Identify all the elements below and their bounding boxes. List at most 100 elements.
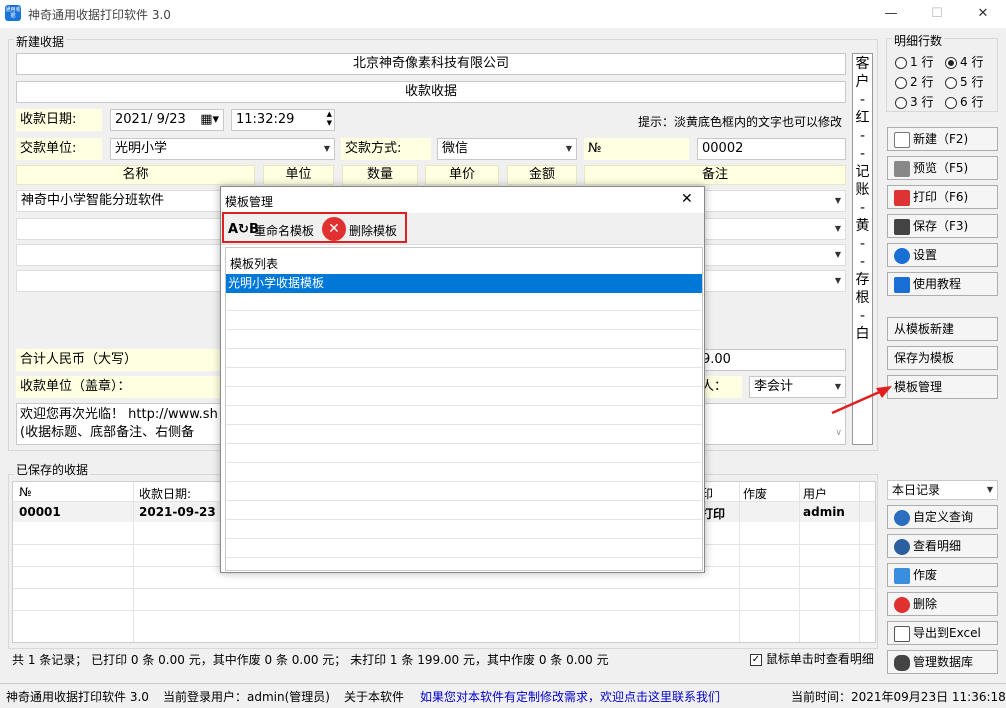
rename-template-button[interactable]: 重命名模板 [254,222,314,239]
void-button[interactable]: 作废 [887,563,998,587]
print-button-label: 打印（F6) [913,190,969,204]
close-button[interactable]: ✕ [960,0,1006,28]
copy-label-char: - [859,236,866,252]
eye-icon [894,538,910,555]
detail-rows-radio[interactable]: 6 行 [945,92,995,112]
method-select[interactable]: 微信 ▼ [437,138,577,160]
delete-x-icon [894,596,910,613]
radio-label: 6 行 [960,95,984,109]
grid-line [226,386,702,387]
delete-template-button[interactable]: 删除模板 [349,222,397,239]
payer-label[interactable]: 交款单位: [16,138,102,160]
saved-receipts-label: 已保存的收据 [14,461,91,478]
chevron-down-icon: ▼ [986,485,993,494]
date-picker[interactable]: 2021/ 9/23 ▦▾ [110,109,224,131]
dialog-close-button[interactable]: ✕ [681,191,693,207]
about-link[interactable]: 关于本软件 [344,688,404,705]
total-label[interactable]: 合计人民币（大写） [16,349,226,371]
time-picker[interactable]: 11:32:29 ▲ ▼ [231,109,335,131]
receipt-title-field[interactable]: 收款收据 [16,81,846,103]
template-list-item[interactable]: 光明小学收据模板 [226,274,702,293]
grid-line [133,482,134,642]
number-label[interactable]: № [584,138,689,160]
copy-label-char: 存 [855,272,870,288]
save-button-label: 保存（F3) [913,219,969,233]
filter-select[interactable]: 本日记录 ▼ [887,480,998,500]
click-view-checkbox[interactable]: ✓ 鼠标单击时查看明细 [750,650,874,667]
detail-rows-radio[interactable]: 1 行 [895,52,945,72]
method-label[interactable]: 交款方式: [341,138,431,160]
grid-line [13,610,875,611]
preview-button[interactable]: 预览（F5) [887,156,998,180]
col-qty-header[interactable]: 数量 [342,165,418,185]
radio-icon[interactable] [895,56,907,69]
number-field[interactable]: 00002 [697,138,846,160]
copy-label-char: - [859,308,866,324]
time-spinner-icon[interactable]: ▲ ▼ [327,110,332,128]
copy-label-char: 户 [855,74,870,90]
copy-label-char: 白 [855,326,870,342]
new-doc-icon [894,131,910,148]
window-title: 神奇通用收据打印软件 3.0 [28,8,171,22]
save-as-template-button[interactable]: 保存为模板 [887,346,998,370]
detail-rows-radio[interactable]: 3 行 [895,92,945,112]
col-remark-header[interactable]: 备注 [584,165,846,185]
delete-button[interactable]: 删除 [887,592,998,616]
custom-contact-link[interactable]: 如果您对本软件有定制修改需求，欢迎点击这里联系我们 [420,688,720,705]
new-button[interactable]: 新建（F2) [887,127,998,151]
dialog-title-bar [221,187,704,213]
payer-select[interactable]: 光明小学 ▼ [110,138,335,160]
col-header-no[interactable]: № [19,485,31,499]
radio-icon[interactable] [895,96,907,109]
detail-rows-label: 明细行数 [892,32,945,49]
rename-ab-icon: A↻B [228,222,259,237]
grid-line [226,310,702,311]
delete-label: 删除 [913,597,938,611]
col-header-void[interactable]: 作废 [743,485,767,502]
copy-label-char: 黄 [855,218,870,234]
manage-template-button[interactable]: 模板管理 [887,375,998,399]
col-header-date[interactable]: 收款日期: [139,485,191,502]
minimize-button[interactable]: — [868,0,914,28]
checkbox-label: 鼠标单击时查看明细 [765,652,874,666]
col-price-header[interactable]: 单价 [425,165,499,185]
export-excel-button[interactable]: 导出到Excel [887,621,998,645]
checkbox-checked-icon[interactable]: ✓ [750,653,762,666]
from-template-button[interactable]: 从模板新建 [887,317,998,341]
printer-icon [894,160,910,177]
tutorial-button[interactable]: 使用教程 [887,272,998,296]
summary-text: 共 1 条记录； 已打印 0 条 0.00 元，其中作废 0 条 0.00 元；… [12,653,609,667]
detail-rows-radio[interactable]: 4 行 [945,52,995,72]
col-amount-header[interactable]: 金额 [507,165,577,185]
custom-query-button[interactable]: 自定义查询 [887,505,998,529]
save-button[interactable]: 保存（F3) [887,214,998,238]
maximize-button[interactable]: ☐ [914,0,960,28]
manage-db-button[interactable]: 管理数据库 [887,650,998,674]
radio-icon[interactable] [945,56,957,69]
book-icon [894,276,910,293]
stamp-label[interactable]: 收款单位（盖章）： [16,376,226,398]
radio-icon[interactable] [895,76,907,89]
status-app-name: 神奇通用收据打印软件 3.0 [6,690,149,704]
print-button[interactable]: 打印（F6) [887,185,998,209]
detail-rows-radio[interactable]: 2 行 [895,72,945,92]
detail-rows-radio[interactable]: 5 行 [945,72,995,92]
radio-icon[interactable] [945,96,957,109]
row-user: admin [803,505,845,519]
calendar-icon[interactable]: ▦▾ [200,110,219,130]
copy-label-char: 根 [855,290,870,306]
grid-line [226,424,702,425]
date-label[interactable]: 收款日期: [16,109,102,131]
scroll-down-icon[interactable]: ∨ [835,424,842,442]
col-name-header[interactable]: 名称 [16,165,255,185]
radio-icon[interactable] [945,76,957,89]
status-user: 当前登录用户：admin(管理员) [163,690,330,704]
dialog-title: 模板管理 [225,195,274,209]
view-detail-button[interactable]: 查看明细 [887,534,998,558]
copy-label-char: - [859,128,866,144]
company-name-field[interactable]: 北京神奇像素科技有限公司 [16,53,846,75]
col-unit-header[interactable]: 单位 [263,165,334,185]
col-header-user[interactable]: 用户 [803,485,827,502]
settings-button[interactable]: 设置 [887,243,998,267]
template-list[interactable]: 模板列表 光明小学收据模板 [225,247,703,571]
